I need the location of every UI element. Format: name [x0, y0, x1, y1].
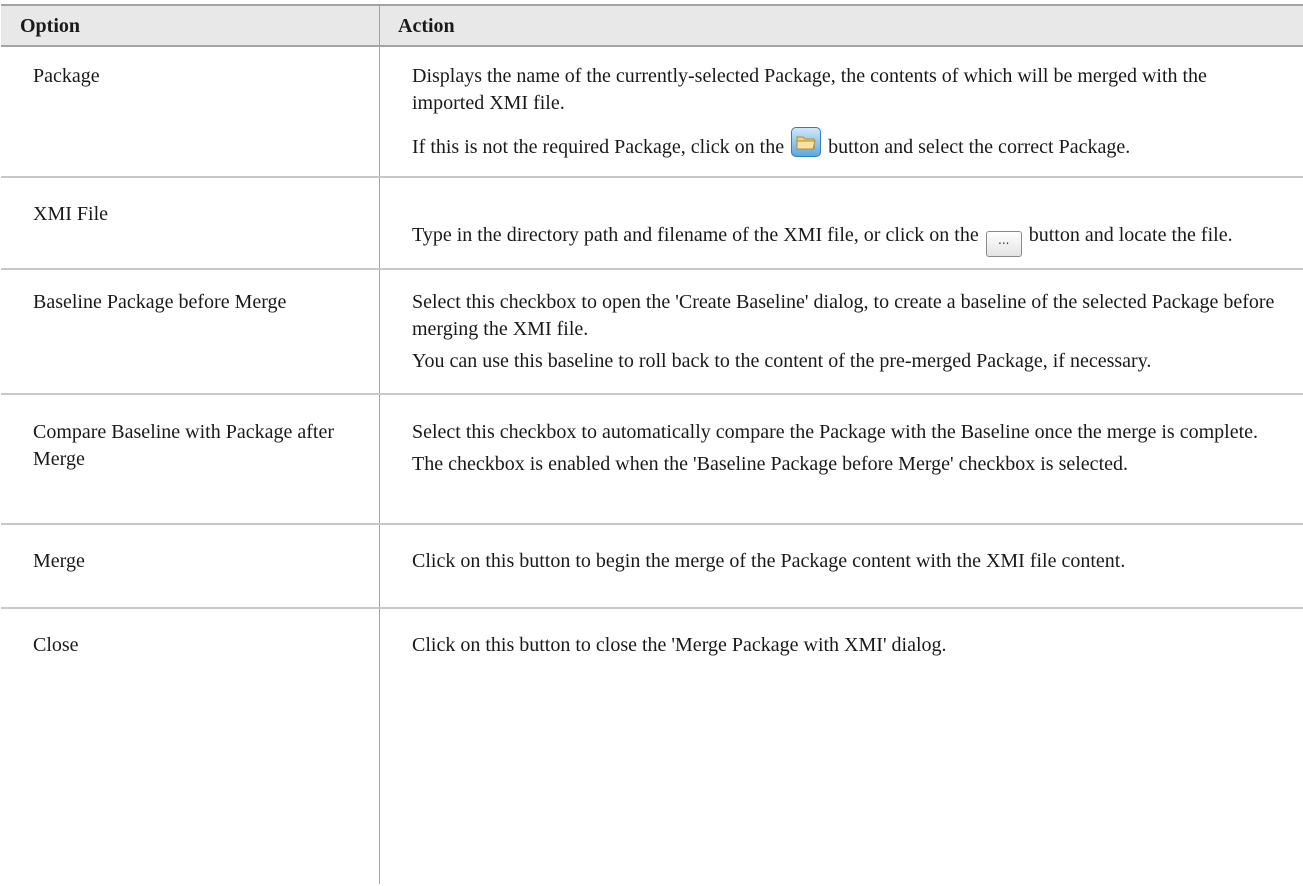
action-text: Select this checkbox to open the 'Create…: [412, 291, 1275, 340]
table-row-package: Package Displays the name of the current…: [1, 47, 1303, 178]
action-text: You can use this baseline to roll back t…: [412, 350, 1152, 372]
action-description: Click on this button to close the 'Merge…: [412, 632, 1282, 659]
table-row-baseline-package: Baseline Package before Merge Select thi…: [1, 270, 1303, 395]
action-text-after-icon: button and select the correct Package.: [828, 136, 1131, 158]
table-row-compare-baseline: Compare Baseline with Package after Merg…: [1, 395, 1303, 525]
action-text: If this is not the required Package, cli…: [412, 127, 1282, 161]
action-text-before-icon: If this is not the required Package, cli…: [412, 136, 785, 158]
table-row-merge: Merge Click on this button to begin the …: [1, 525, 1303, 609]
action-description: Displays the name of the currently-selec…: [412, 63, 1282, 161]
options-table: Option Action Package Displays the name …: [1, 4, 1303, 884]
action-text-after-icon: button and locate the file.: [1028, 224, 1233, 246]
table-row-xmi-file: XMI File Type in the directory path and …: [1, 178, 1303, 270]
option-label: Package: [33, 65, 100, 87]
option-label: XMI File: [33, 203, 108, 225]
action-description: Select this checkbox to automatically co…: [412, 419, 1282, 478]
table-row-close: Close Click on this button to close the …: [1, 609, 1303, 886]
action-description: Select this checkbox to open the 'Create…: [412, 289, 1282, 375]
option-label: Merge: [33, 550, 85, 572]
action-text: The checkbox is enabled when the 'Baseli…: [412, 453, 1128, 475]
action-description: Click on this button to begin the merge …: [412, 548, 1282, 575]
option-label: Close: [33, 634, 79, 656]
action-text: Click on this button to begin the merge …: [412, 550, 1126, 572]
action-description: Type in the directory path and filename …: [412, 222, 1282, 257]
table-header: Option Action: [1, 6, 1303, 47]
header-action: Action: [398, 15, 455, 37]
action-text: Click on this button to close the 'Merge…: [412, 634, 947, 656]
folder-open-icon: [791, 127, 822, 157]
option-label: Baseline Package before Merge: [33, 291, 287, 313]
action-text: Type in the directory path and filename …: [412, 222, 1282, 257]
option-label: Compare Baseline with Package after Merg…: [33, 421, 334, 470]
action-text: Displays the name of the currently-selec…: [412, 65, 1207, 114]
action-text-before-icon: Type in the directory path and filename …: [412, 224, 979, 246]
ellipsis-button-icon: ...: [985, 231, 1022, 257]
header-option: Option: [20, 15, 81, 37]
action-text: Select this checkbox to automatically co…: [412, 421, 1259, 443]
